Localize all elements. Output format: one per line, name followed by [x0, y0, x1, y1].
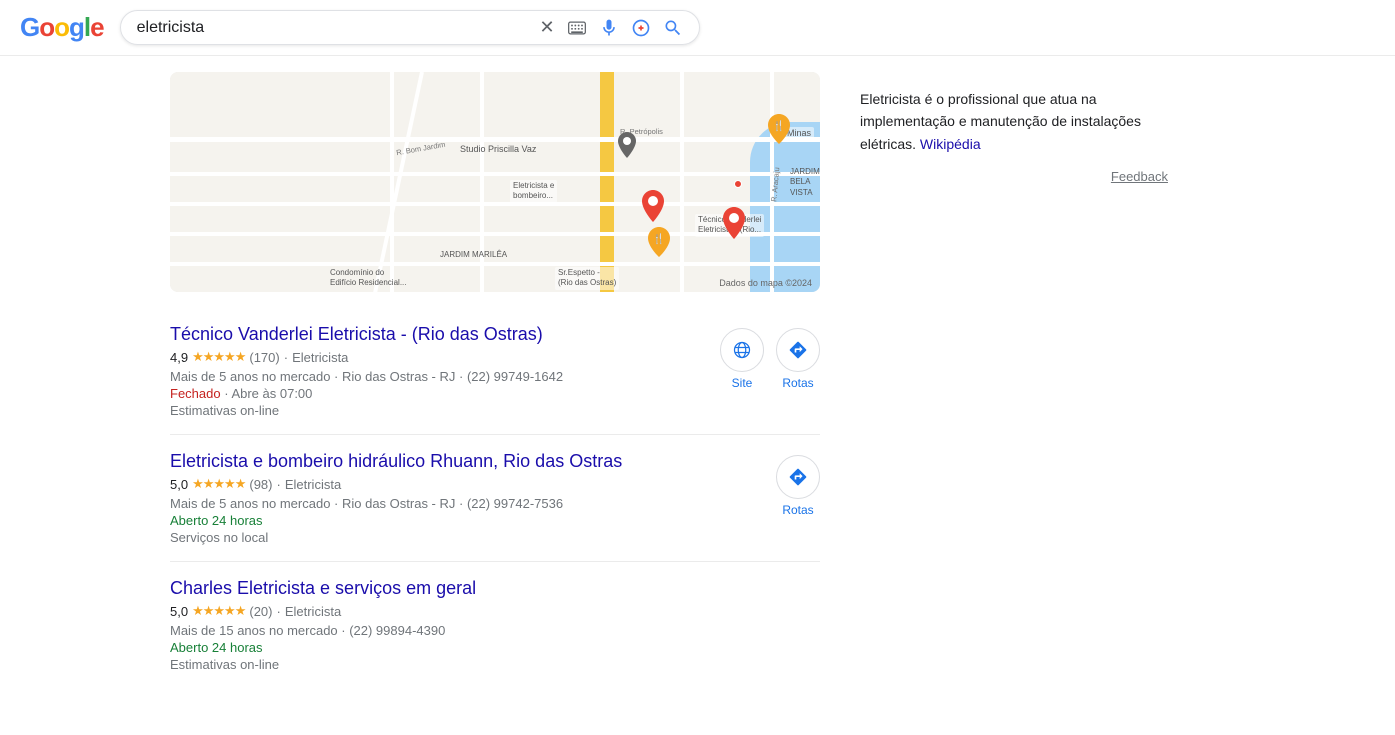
keyboard-icon[interactable]: [567, 18, 587, 38]
business-name-charles[interactable]: Charles Eletricista e serviços em geral: [170, 578, 820, 599]
stars-charles: ★★★★★: [192, 603, 245, 619]
sidebar-info: Eletricista é o profissional que atua na…: [844, 72, 1184, 204]
map-label-spespetto: Sr.Espetto -(Rio das Ostras): [555, 267, 619, 290]
search-bar: ✕: [120, 10, 700, 45]
rating-value-charles: 5,0: [170, 604, 188, 619]
category-vanderlei: Eletricista: [292, 350, 348, 365]
map-pin-spespetto[interactable]: 🍴: [648, 227, 670, 260]
listing-rhuann-info: Eletricista e bombeiro hidráulico Rhuann…: [170, 451, 776, 545]
site-label-vanderlei: Site: [732, 376, 753, 390]
rating-row-vanderlei: 4,9 ★★★★★ (170) · Eletricista: [170, 349, 720, 365]
map-label-eletricista-bomb: Eletricista ebombeiro...: [510, 180, 557, 203]
listing-vanderlei-header: Técnico Vanderlei Eletricista - (Rio das…: [170, 324, 820, 418]
sidebar-column: Eletricista é o profissional que atua na…: [844, 72, 1184, 688]
svg-text:🍴: 🍴: [773, 119, 785, 132]
details-charles: Mais de 15 anos no mercado · (22) 99894-…: [170, 623, 820, 638]
listing-rhuann-header: Eletricista e bombeiro hidráulico Rhuann…: [170, 451, 820, 545]
category-rhuann: Eletricista: [285, 477, 341, 492]
map-container[interactable]: Studio Priscilla Vaz De Minas JARDIMBELA…: [170, 72, 820, 292]
rating-value-rhuann: 5,0: [170, 477, 188, 492]
listing-charles-header: Charles Eletricista e serviços em geral …: [170, 578, 820, 672]
rating-row-charles: 5,0 ★★★★★ (20) · Eletricista: [170, 603, 820, 619]
category-charles: Eletricista: [285, 604, 341, 619]
stars-rhuann: ★★★★★: [192, 476, 245, 492]
business-name-rhuann[interactable]: Eletricista e bombeiro hidráulico Rhuann…: [170, 451, 776, 472]
sidebar-description: Eletricista é o profissional que atua na…: [860, 88, 1168, 155]
status-open-rhuann: Aberto 24 horas: [170, 513, 263, 528]
map-label-jardim: JARDIMBELA VISTA: [790, 167, 820, 198]
map-highway: [600, 72, 614, 292]
review-count-charles: (20): [249, 604, 272, 619]
status-rhuann: Aberto 24 horas: [170, 513, 776, 528]
listing-charles: Charles Eletricista e serviços em geral …: [170, 562, 820, 688]
road-v2: [480, 72, 484, 292]
road-h5: [170, 262, 820, 266]
map-label-cond: Condomínio doEdifício Residencial...: [330, 268, 406, 289]
directions-label-rhuann: Rotas: [782, 503, 813, 517]
review-count-vanderlei: (170): [249, 350, 279, 365]
directions-btn-circle-rhuann[interactable]: [776, 455, 820, 499]
hours-vanderlei: · Abre às 07:00: [224, 386, 312, 401]
wikipedia-link[interactable]: Wikipédia: [920, 136, 981, 152]
status-vanderlei: Fechado · Abre às 07:00: [170, 386, 720, 401]
map-pin-deminas[interactable]: 🍴: [768, 114, 790, 147]
road-h1: [170, 137, 820, 142]
search-input[interactable]: [137, 19, 532, 37]
road-v3: [680, 72, 684, 292]
svg-text:🍴: 🍴: [653, 232, 665, 245]
extra-rhuann: Serviços no local: [170, 530, 776, 545]
results-column: Studio Priscilla Vaz De Minas JARDIMBELA…: [170, 72, 820, 688]
extra-vanderlei: Estimativas on-line: [170, 403, 720, 418]
status-open-charles: Aberto 24 horas: [170, 640, 263, 655]
directions-label-vanderlei: Rotas: [782, 376, 813, 390]
extra-charles: Estimativas on-line: [170, 657, 820, 672]
listing-vanderlei: Técnico Vanderlei Eletricista - (Rio das…: [170, 308, 820, 435]
map-dot-vanderlei: [734, 180, 742, 188]
search-submit-icon[interactable]: [663, 18, 683, 38]
map-road-label-bomjardim: R. Bom Jardim: [396, 140, 446, 157]
clear-icon[interactable]: ✕: [540, 17, 555, 38]
directions-btn-rhuann[interactable]: Rotas: [776, 455, 820, 517]
listing-vanderlei-info: Técnico Vanderlei Eletricista - (Rio das…: [170, 324, 720, 418]
lens-icon[interactable]: [631, 18, 651, 38]
rating-row-rhuann: 5,0 ★★★★★ (98) · Eletricista: [170, 476, 776, 492]
map-label-studio: Studio Priscilla Vaz: [460, 144, 536, 154]
google-logo: Google: [20, 12, 104, 43]
main-container: Studio Priscilla Vaz De Minas JARDIMBELA…: [0, 56, 1395, 704]
map-pin-eletricista-bomb[interactable]: [642, 190, 664, 225]
feedback-link[interactable]: Feedback: [860, 167, 1168, 188]
site-btn-vanderlei[interactable]: Site: [720, 328, 764, 390]
search-icons: ✕: [540, 17, 683, 38]
map-pin-vanderlei[interactable]: [723, 207, 745, 242]
details-vanderlei: Mais de 5 anos no mercado · Rio das Ostr…: [170, 369, 720, 384]
site-btn-circle-vanderlei[interactable]: [720, 328, 764, 372]
stars-vanderlei: ★★★★★: [192, 349, 245, 365]
header: Google ✕: [0, 0, 1395, 56]
listing-charles-info: Charles Eletricista e serviços em geral …: [170, 578, 820, 672]
listing-vanderlei-actions: Site Rotas: [720, 324, 820, 390]
road-h3: [170, 202, 820, 206]
map-pin-studio[interactable]: [618, 132, 636, 161]
voice-search-icon[interactable]: [599, 18, 619, 38]
status-closed-vanderlei: Fechado: [170, 386, 221, 401]
rating-value-vanderlei: 4,9: [170, 350, 188, 365]
map-label-jardim-marilea: JARDIM MARILÊA: [440, 250, 507, 259]
status-charles: Aberto 24 horas: [170, 640, 820, 655]
map-background: Studio Priscilla Vaz De Minas JARDIMBELA…: [170, 72, 820, 292]
listing-rhuann: Eletricista e bombeiro hidráulico Rhuann…: [170, 435, 820, 562]
road-h2: [170, 172, 820, 176]
review-count-rhuann: (98): [249, 477, 272, 492]
business-name-vanderlei[interactable]: Técnico Vanderlei Eletricista - (Rio das…: [170, 324, 720, 345]
map-water: [750, 122, 820, 292]
map-copyright: Dados do mapa ©2024: [719, 278, 812, 288]
details-rhuann: Mais de 5 anos no mercado · Rio das Ostr…: [170, 496, 776, 511]
listing-rhuann-actions: Rotas: [776, 451, 820, 517]
road-v1: [390, 72, 394, 292]
directions-btn-circle-vanderlei[interactable]: [776, 328, 820, 372]
directions-btn-vanderlei[interactable]: Rotas: [776, 328, 820, 390]
